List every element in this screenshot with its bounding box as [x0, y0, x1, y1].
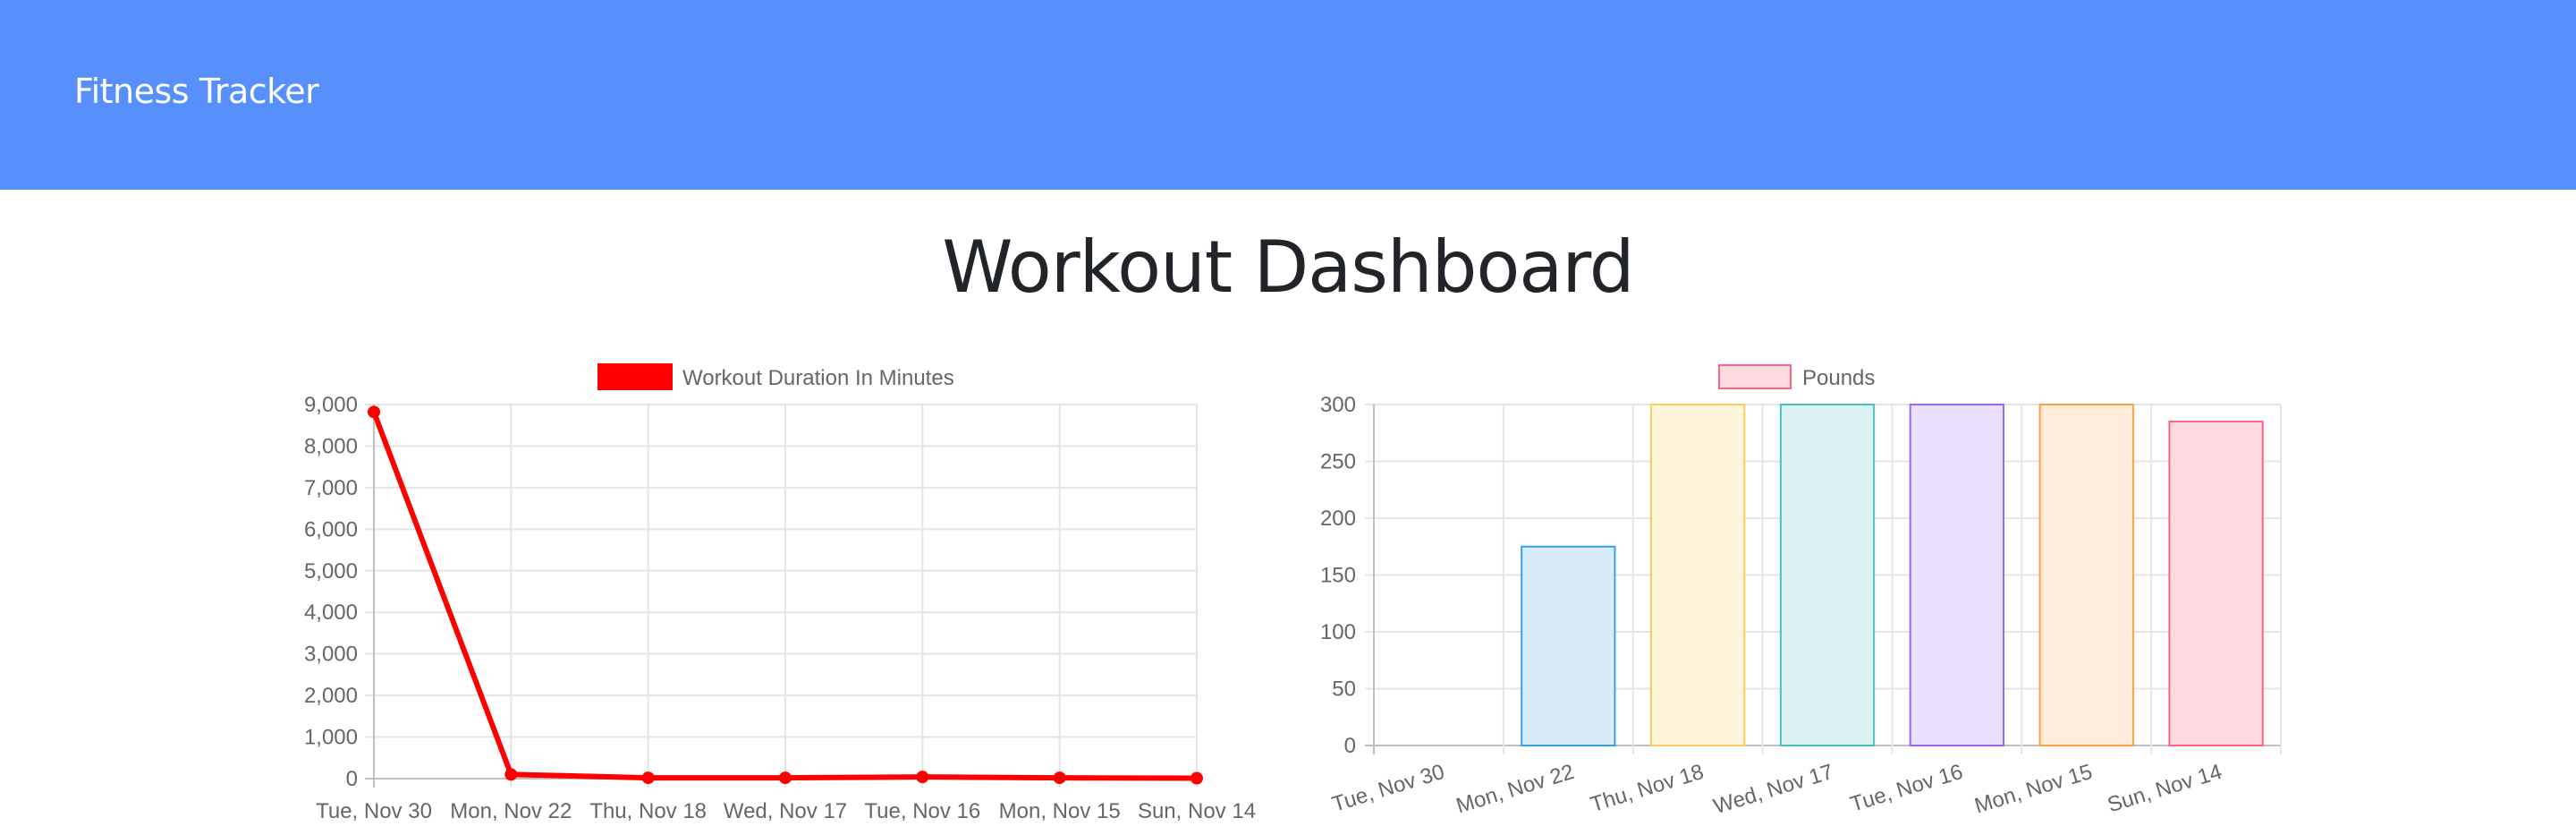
x-tick-label: Wed, Nov 17	[1711, 760, 1836, 819]
x-tick-label: Tue, Nov 16	[864, 799, 980, 823]
y-tick-label: 1,000	[304, 726, 358, 750]
x-tick-label: Thu, Nov 18	[589, 799, 707, 823]
line-chart-svg: Workout Duration In Minutes 0 1,000 2,000 3,…	[304, 363, 1256, 823]
bar	[1649, 404, 1746, 746]
x-tick-label: Thu, Nov 18	[1588, 760, 1707, 817]
data-point	[368, 405, 380, 419]
x-tick-label: Mon, Nov 15	[1971, 760, 2095, 819]
y-tick-label: 4,000	[304, 601, 358, 625]
y-tick-label: 0	[1344, 734, 1356, 758]
y-tick-label: 8,000	[304, 434, 358, 458]
x-tick-label: Mon, Nov 22	[1453, 760, 1577, 819]
y-tick-label: 100	[1320, 620, 1356, 644]
y-tick-label: 6,000	[304, 517, 358, 541]
pounds-chart: Pounds 0 50 100 150 200 250 300 Tue, Nov 30 Mon, …	[1306, 349, 2308, 831]
brand-link[interactable]: Fitness Tracker	[74, 72, 319, 111]
bar	[1521, 545, 1616, 746]
bar	[2038, 404, 2134, 746]
x-tick-label: Tue, Nov 16	[1848, 760, 1966, 817]
x-tick-label: Mon, Nov 15	[999, 799, 1121, 823]
x-tick-label: Tue, Nov 30	[316, 799, 432, 823]
data-point	[1191, 771, 1203, 785]
y-tick-label: 2,000	[304, 684, 358, 708]
data-point	[916, 771, 929, 784]
x-tick-label: Sun, Nov 14	[2105, 760, 2224, 817]
y-tick-label: 5,000	[304, 559, 358, 584]
legend-swatch	[597, 363, 673, 390]
bar	[2168, 421, 2264, 747]
x-tick-label: Wed, Nov 17	[724, 799, 847, 823]
bar	[1779, 404, 1876, 746]
y-tick-label: 0	[346, 767, 358, 791]
legend: Workout Duration In Minutes	[597, 363, 954, 390]
bar	[1909, 404, 2005, 746]
legend: Pounds	[1718, 364, 1875, 390]
navbar: Fitness Tracker	[0, 0, 2576, 190]
x-tick-label: Sun, Nov 14	[1138, 799, 1256, 823]
y-tick-label: 250	[1320, 450, 1356, 474]
y-tick-label: 7,000	[304, 476, 358, 500]
y-tick-label: 150	[1320, 564, 1356, 588]
y-tick-label: 50	[1332, 677, 1356, 702]
y-tick-label: 3,000	[304, 643, 358, 667]
page-title: Workout Dashboard	[942, 226, 1634, 309]
y-tick-label: 300	[1320, 393, 1356, 417]
data-point	[779, 771, 792, 785]
y-tick-label: 200	[1320, 507, 1356, 531]
x-tick-label: Tue, Nov 30	[1329, 760, 1447, 817]
y-tick-label: 9,000	[304, 393, 358, 417]
workout-duration-chart: Workout Duration In Minutes 0 1,000 2,000 3,…	[284, 349, 1268, 831]
legend-label: Workout Duration In Minutes	[682, 366, 954, 390]
data-point	[641, 771, 655, 785]
data-point	[504, 768, 518, 781]
legend-label: Pounds	[1802, 366, 1875, 390]
legend-swatch	[1718, 364, 1792, 389]
bar-chart-svg: Pounds050100150200250300Tue, Nov 30 Mon, …	[1320, 364, 2282, 819]
x-tick-label: Mon, Nov 22	[450, 799, 572, 823]
data-point	[1053, 771, 1066, 785]
